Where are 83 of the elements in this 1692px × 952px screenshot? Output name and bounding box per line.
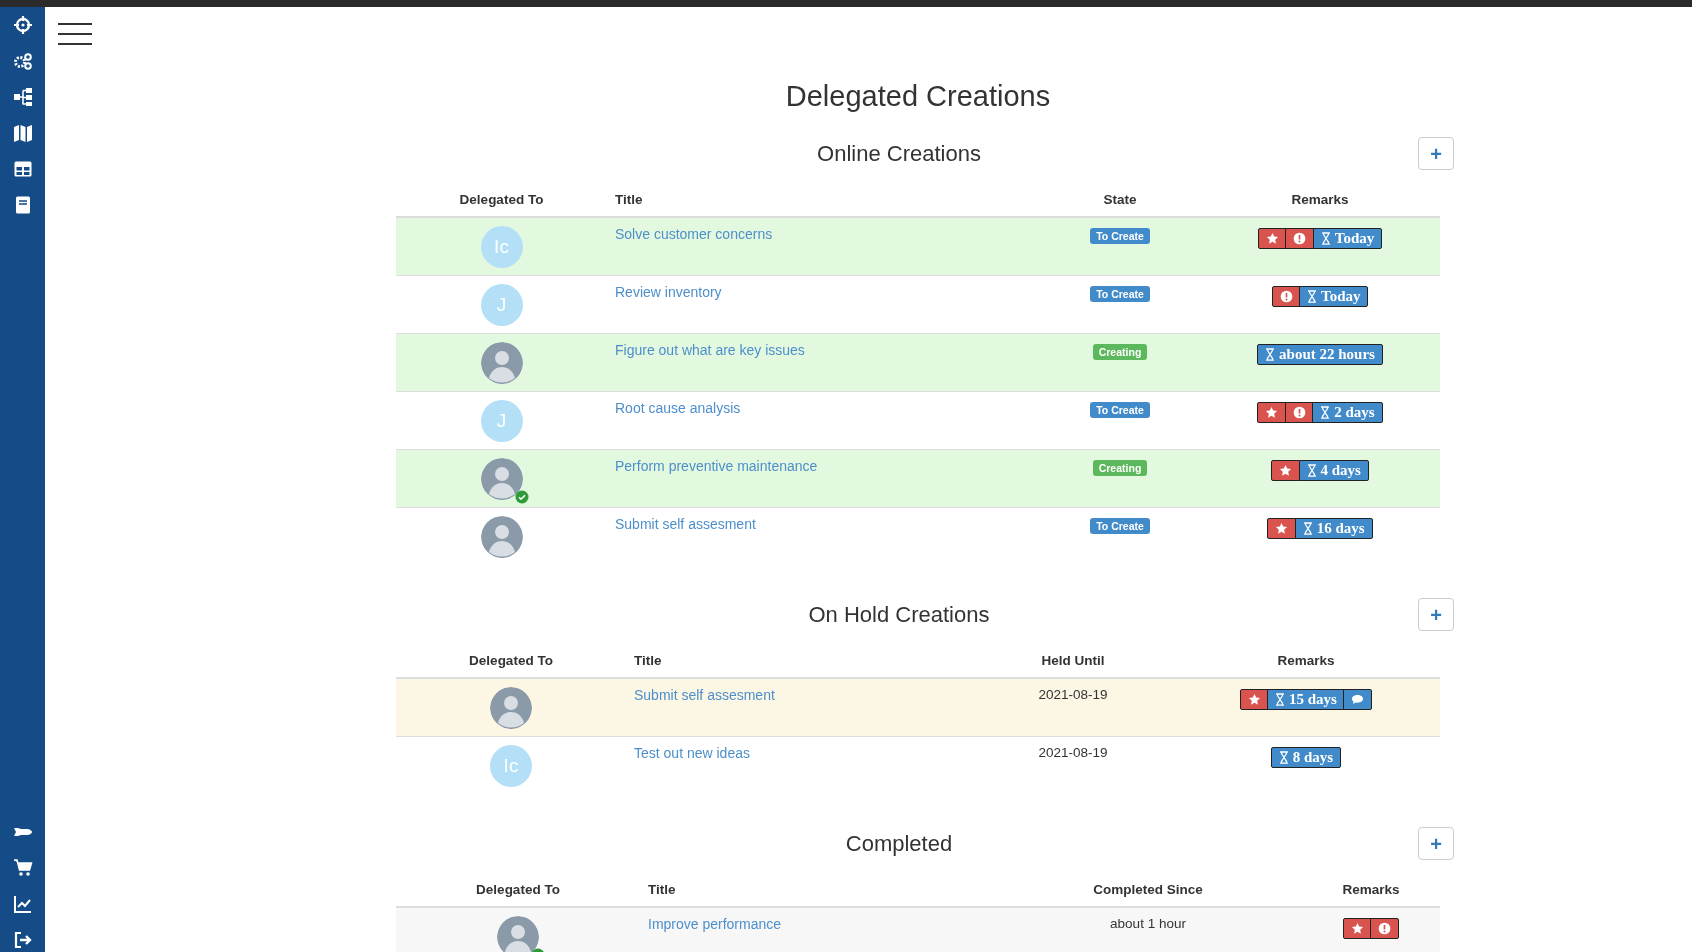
hourglass-icon	[1278, 750, 1289, 764]
crosshair-icon[interactable]	[12, 15, 33, 35]
column-header: Title	[607, 183, 1040, 217]
add-button[interactable]: +	[1418, 137, 1454, 171]
sign-out-icon[interactable]	[12, 930, 33, 950]
star-icon	[1279, 463, 1293, 477]
page-title: Delegated Creations	[784, 79, 1052, 114]
avatar-silhouette	[480, 341, 523, 384]
due-text: Today	[1334, 229, 1375, 247]
column-header: Completed Since	[994, 873, 1302, 907]
title-link[interactable]: Improve performance	[648, 915, 782, 932]
state-badge: To Create	[1090, 517, 1150, 534]
hourglass-icon	[1320, 405, 1331, 419]
state-badge: To Create	[1090, 285, 1150, 302]
title-link[interactable]: Test out new ideas	[634, 744, 750, 761]
section-title: Online Creations	[816, 140, 982, 167]
column-header: Held Until	[974, 644, 1172, 678]
alert-icon	[1293, 231, 1307, 245]
menu-icon[interactable]	[57, 22, 93, 46]
column-header: Delegated To	[396, 183, 607, 217]
gears-icon[interactable]	[12, 51, 33, 71]
avatar-silhouette	[480, 515, 523, 558]
section-title: On Hold Creations	[807, 601, 991, 628]
hourglass-icon	[1306, 463, 1317, 477]
speech-bubble-icon	[1351, 692, 1365, 706]
title-link[interactable]: Review inventory	[615, 283, 722, 300]
avatar-silhouette	[480, 457, 523, 500]
state-badge: Creating	[1092, 459, 1148, 476]
alert-icon	[1292, 405, 1306, 419]
state-badge: To Create	[1090, 227, 1150, 244]
hourglass-icon	[1265, 347, 1276, 361]
due-text: 15 days	[1289, 690, 1337, 708]
due-text: Today	[1321, 287, 1361, 305]
date-text: about 1 hour	[1110, 915, 1186, 931]
add-button[interactable]: +	[1418, 827, 1454, 861]
alert-icon	[1378, 921, 1392, 935]
map-icon[interactable]	[12, 123, 33, 143]
column-header: Remarks	[1200, 183, 1440, 217]
date-text: 2021-08-19	[1038, 686, 1108, 702]
column-header: Delegated To	[396, 644, 626, 678]
star-icon	[1275, 521, 1289, 535]
state-badge: To Create	[1090, 401, 1150, 418]
avatar-silhouette	[490, 686, 532, 729]
column-header: Remarks	[1172, 644, 1440, 678]
alert-icon	[1279, 289, 1293, 303]
column-header: Delegated To	[396, 873, 640, 907]
state-badge: Creating	[1092, 343, 1148, 360]
avatar-silhouette	[497, 915, 539, 952]
cart-icon[interactable]	[12, 858, 33, 878]
due-text: about 22 hours	[1279, 345, 1375, 363]
star-icon	[1265, 231, 1279, 245]
title-link[interactable]: Perform preventive maintenance	[615, 457, 818, 474]
due-text: 2 days	[1334, 403, 1375, 421]
column-header: State	[1040, 183, 1200, 217]
hourglass-icon	[1275, 692, 1286, 706]
column-header: Title	[626, 644, 974, 678]
date-text: 2021-08-19	[1038, 744, 1108, 760]
title-link[interactable]: Figure out what are key issues	[615, 341, 805, 358]
star-icon	[1350, 921, 1364, 935]
due-text: 16 days	[1316, 519, 1365, 537]
column-header: Title	[640, 873, 994, 907]
star-icon	[1265, 405, 1279, 419]
sitemap-icon[interactable]	[12, 87, 33, 107]
avatar-initials: Ic	[490, 744, 532, 787]
add-button[interactable]: +	[1418, 598, 1454, 632]
due-text: 4 days	[1320, 461, 1361, 479]
title-link[interactable]: Root cause analysis	[615, 399, 741, 416]
title-link[interactable]: Submit self assesment	[615, 515, 756, 532]
chart-icon[interactable]	[12, 894, 33, 914]
hourglass-icon	[1307, 289, 1317, 303]
title-link[interactable]: Submit self assesment	[634, 686, 775, 703]
section-title: Completed	[844, 830, 954, 857]
due-text: 8 days	[1292, 748, 1334, 766]
table-icon[interactable]	[12, 159, 33, 179]
hourglass-icon	[1320, 231, 1331, 245]
check-icon	[514, 489, 529, 504]
hourglass-icon	[1302, 521, 1313, 535]
title-link[interactable]: Solve customer concerns	[615, 225, 773, 242]
avatar-initials: Ic	[480, 225, 523, 268]
avatar-initials: J	[480, 399, 523, 442]
avatar-initials: J	[480, 283, 523, 326]
column-header: Remarks	[1302, 873, 1440, 907]
star-icon	[1247, 692, 1261, 706]
